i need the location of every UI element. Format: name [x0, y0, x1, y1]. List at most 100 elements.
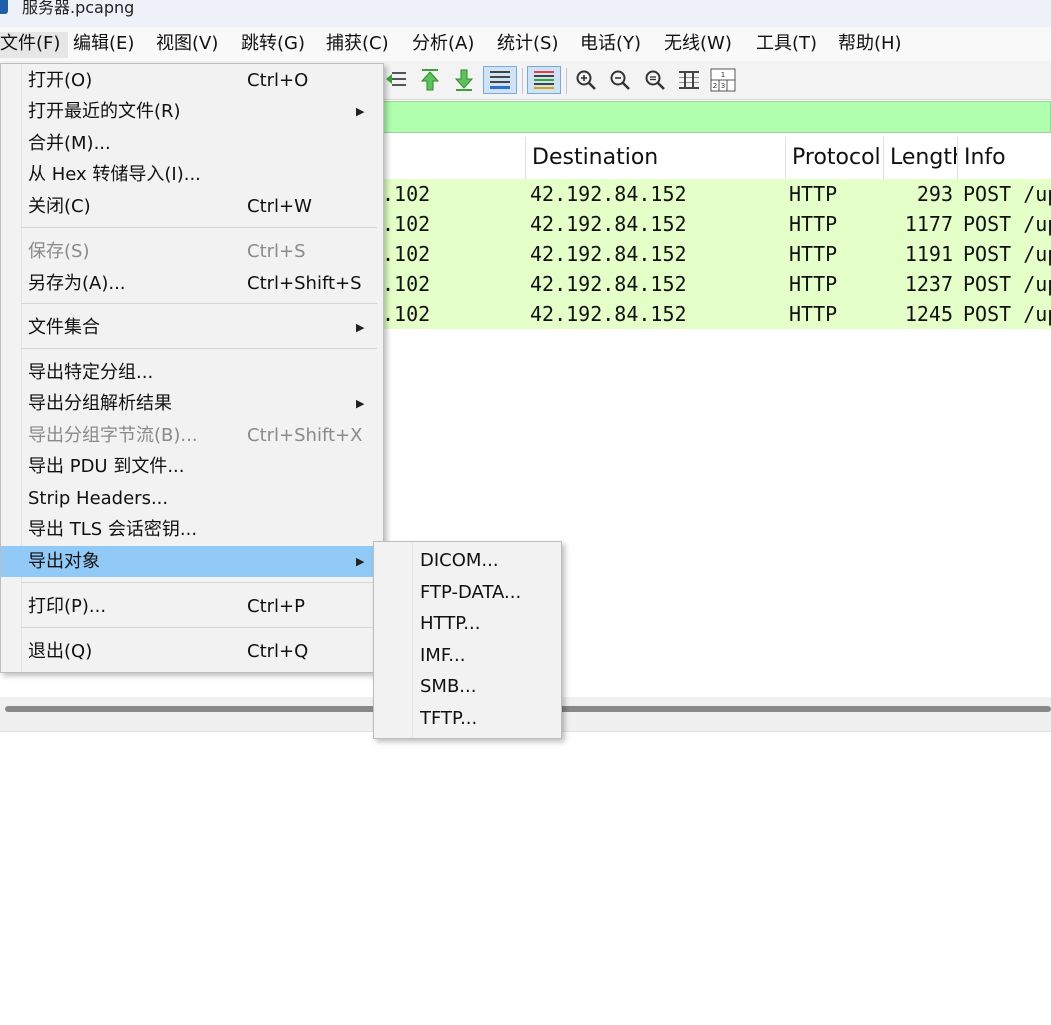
menu-item-export-pdus[interactable]: 导出 PDU 到文件...	[21, 451, 383, 482]
cell-length: 1177	[904, 212, 953, 236]
zoom-in-icon[interactable]	[572, 66, 600, 94]
colorize-icon[interactable]	[527, 66, 561, 94]
cell-length: 1237	[904, 272, 953, 296]
menu-item-export-objects[interactable]: 导出对象 ▶	[1, 546, 383, 577]
menu-item-export-tls-keys[interactable]: 导出 TLS 会话密钥...	[21, 514, 383, 545]
menu-go[interactable]: 跳转(G)	[241, 33, 305, 57]
cell-source: .102	[382, 182, 431, 206]
menu-item-label: 合并(M)...	[28, 133, 111, 154]
previous-packet-list-icon[interactable]	[382, 66, 410, 94]
menu-item-label: TFTP...	[420, 708, 478, 729]
cell-info: POST /up	[963, 272, 1051, 296]
menu-item-label: 导出 PDU 到文件...	[28, 456, 185, 477]
submenu-item-http[interactable]: HTTP...	[412, 608, 560, 639]
menu-icon-gutter	[1, 64, 22, 672]
cell-destination: 42.192.84.152	[530, 212, 687, 236]
menu-view[interactable]: 视图(V)	[156, 33, 218, 57]
menu-item-strip-headers[interactable]: Strip Headers...	[21, 483, 383, 514]
menu-item-label: 导出特定分组...	[28, 362, 154, 383]
menu-item-label: Strip Headers...	[28, 488, 169, 509]
submenu-item-imf[interactable]: IMF...	[412, 640, 560, 671]
submenu-item-dicom[interactable]: DICOM...	[412, 545, 560, 576]
menu-item-label: 导出分组字节流(B)...	[28, 425, 198, 446]
menu-telephony[interactable]: 电话(Y)	[580, 33, 641, 57]
autoscroll-icon[interactable]	[483, 66, 517, 94]
column-header-length[interactable]: Length	[883, 137, 958, 179]
submenu-item-ftp-data[interactable]: FTP-DATA...	[412, 577, 560, 608]
menu-item-open[interactable]: 打开(O) Ctrl+O	[21, 65, 383, 96]
toolbar-separator	[566, 68, 567, 94]
menu-tools[interactable]: 工具(T)	[756, 33, 817, 57]
menu-item-export-specified-packets[interactable]: 导出特定分组...	[21, 357, 383, 388]
go-last-packet-icon[interactable]	[450, 66, 478, 94]
menu-separator	[21, 227, 377, 228]
menu-item-label: 保存(S)	[28, 241, 90, 262]
menu-item-shortcut: Ctrl+W	[247, 196, 312, 217]
menu-item-merge[interactable]: 合并(M)...	[21, 128, 383, 159]
menu-item-label: HTTP...	[420, 613, 481, 634]
cell-length: 1245	[904, 302, 953, 326]
cell-info: POST /up	[963, 302, 1051, 326]
cell-info: POST /up	[963, 182, 1051, 206]
submenu-arrow-icon: ▶	[356, 321, 365, 334]
menu-item-label: 导出分组解析结果	[28, 393, 172, 414]
cell-destination: 42.192.84.152	[530, 272, 687, 296]
svg-text:1: 1	[721, 71, 725, 79]
menu-item-import-hex[interactable]: 从 Hex 转储导入(I)...	[21, 159, 383, 190]
menu-icon-gutter	[374, 542, 413, 738]
menu-file[interactable]: 文件(F)	[0, 32, 69, 58]
menu-item-shortcut: Ctrl+P	[247, 596, 305, 617]
menu-item-close[interactable]: 关闭(C) Ctrl+W	[21, 191, 383, 222]
menu-item-label: 打开(O)	[28, 70, 93, 91]
menu-item-shortcut: Ctrl+O	[247, 70, 309, 91]
menu-item-label: 导出 TLS 会话密钥...	[28, 519, 198, 540]
menu-item-quit[interactable]: 退出(Q) Ctrl+Q	[21, 636, 383, 667]
cell-protocol: HTTP	[789, 302, 838, 326]
menu-item-save-as[interactable]: 另存为(A)... Ctrl+Shift+S	[21, 268, 383, 299]
menu-item-label: 从 Hex 转储导入(I)...	[28, 164, 201, 185]
menu-item-export-packet-bytes: 导出分组字节流(B)... Ctrl+Shift+X	[21, 420, 383, 451]
menu-item-export-packet-dissections[interactable]: 导出分组解析结果 ▶	[21, 388, 383, 419]
menu-item-label: 打开最近的文件(R)	[28, 101, 181, 122]
go-first-packet-icon[interactable]	[416, 66, 444, 94]
menu-item-label: DICOM...	[420, 550, 499, 571]
menu-item-label: 另存为(A)...	[28, 273, 126, 294]
submenu-item-smb[interactable]: SMB...	[412, 671, 560, 702]
column-header-protocol[interactable]: Protocol	[785, 137, 883, 179]
submenu-arrow-icon: ▶	[356, 397, 365, 410]
menu-item-label: SMB...	[420, 676, 477, 697]
normal-size-icon[interactable]	[641, 66, 669, 94]
menu-item-print[interactable]: 打印(P)... Ctrl+P	[21, 591, 383, 622]
menu-item-file-set[interactable]: 文件集合 ▶	[21, 312, 383, 343]
column-header-destination[interactable]: Destination	[525, 137, 785, 179]
cell-protocol: HTTP	[789, 212, 838, 236]
title-bar: 服务器.pcapng	[0, 0, 1051, 27]
resize-columns-icon[interactable]	[675, 66, 703, 94]
menu-item-shortcut: Ctrl+Shift+X	[247, 425, 363, 446]
menu-help[interactable]: 帮助(H)	[838, 33, 902, 57]
menu-edit[interactable]: 编辑(E)	[73, 33, 134, 57]
menu-wireless[interactable]: 无线(W)	[664, 33, 732, 57]
menu-item-open-recent[interactable]: 打开最近的文件(R) ▶	[21, 96, 383, 127]
cell-protocol: HTTP	[789, 182, 838, 206]
menu-analyze[interactable]: 分析(A)	[412, 33, 474, 57]
toolbar-separator	[522, 68, 523, 94]
menu-item-label: 退出(Q)	[28, 641, 93, 662]
menu-bar: 文件(F) 编辑(E) 视图(V) 跳转(G) 捕获(C) 分析(A) 统计(S…	[0, 27, 1051, 61]
menu-statistics[interactable]: 统计(S)	[497, 33, 558, 57]
menu-separator	[21, 303, 377, 304]
cell-destination: 42.192.84.152	[530, 302, 687, 326]
cell-info: POST /up	[963, 212, 1051, 236]
window-title: 服务器.pcapng	[22, 0, 135, 17]
export-objects-submenu: DICOM... FTP-DATA... HTTP... IMF... SMB.…	[373, 541, 562, 739]
zoom-out-icon[interactable]	[606, 66, 634, 94]
menu-separator	[21, 627, 377, 628]
layout-icon[interactable]: 123	[709, 66, 737, 94]
cell-length: 1191	[904, 242, 953, 266]
menu-capture[interactable]: 捕获(C)	[326, 33, 389, 57]
column-header-info[interactable]: Info	[957, 137, 1051, 179]
cell-destination: 42.192.84.152	[530, 242, 687, 266]
svg-text:2: 2	[713, 82, 717, 90]
cell-destination: 42.192.84.152	[530, 182, 687, 206]
submenu-item-tftp[interactable]: TFTP...	[412, 703, 560, 734]
